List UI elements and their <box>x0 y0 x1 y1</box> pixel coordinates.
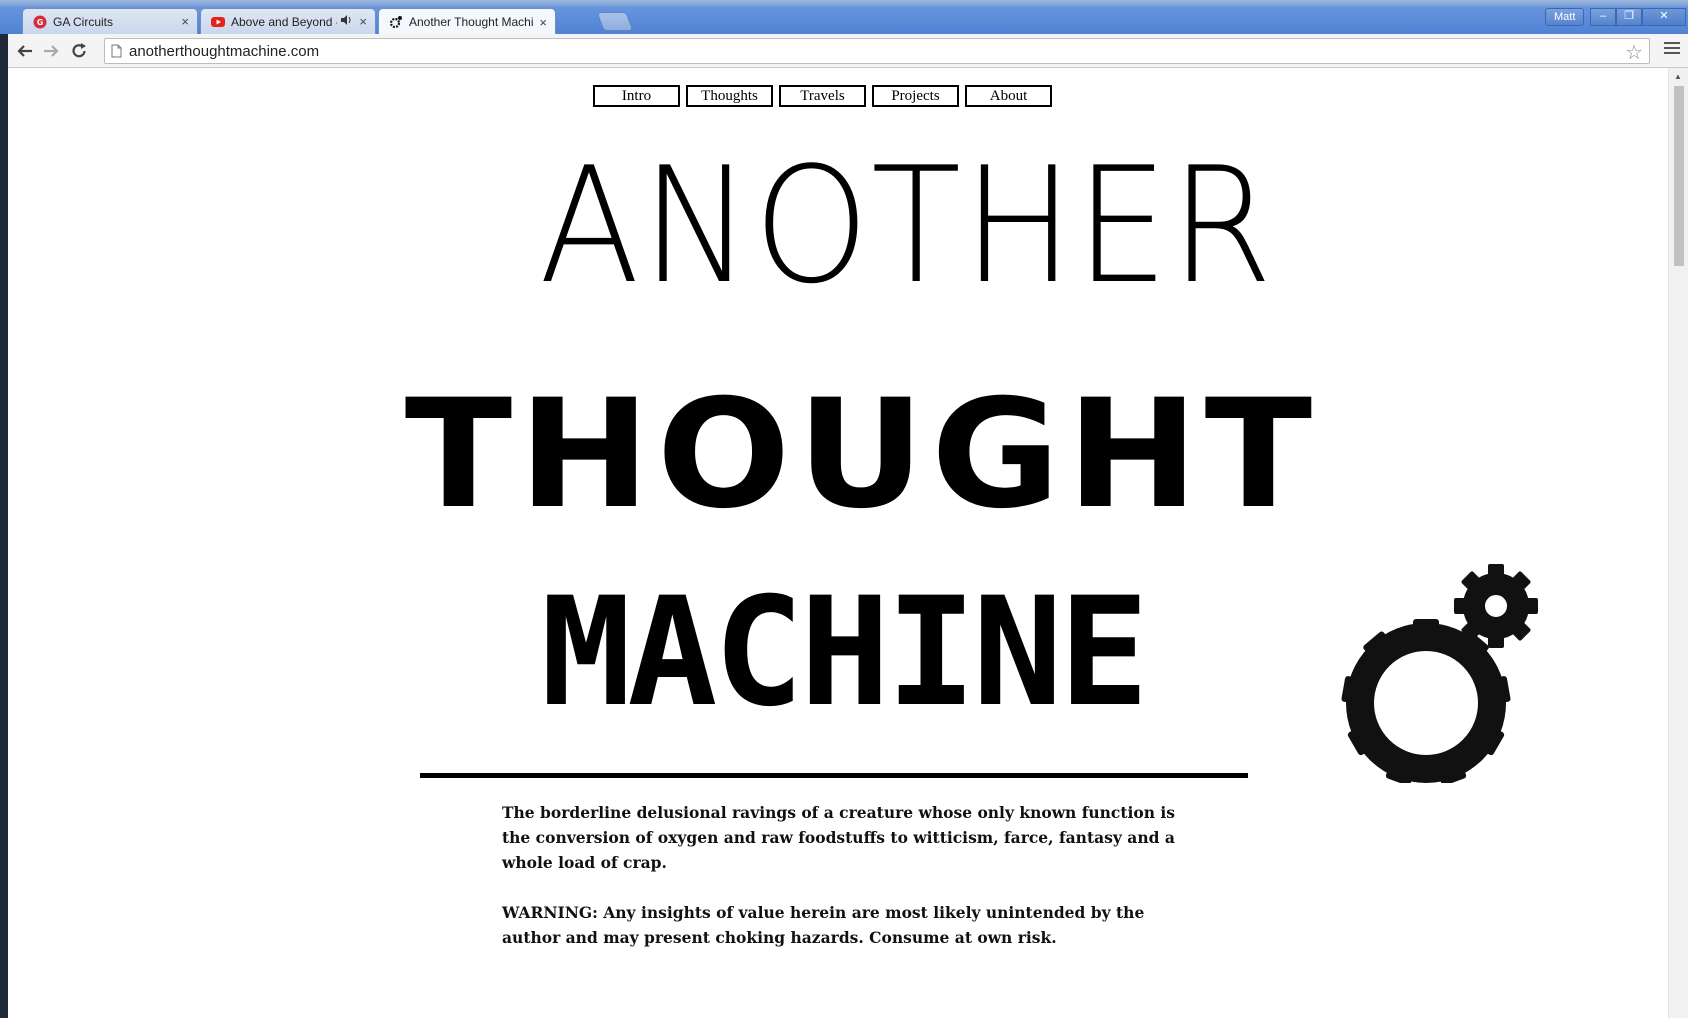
site-title-thought: THOUGHT <box>404 368 1319 542</box>
svg-text:G: G <box>37 18 44 27</box>
new-tab-button[interactable] <box>596 12 634 31</box>
restore-button[interactable]: ❐ <box>1616 8 1642 26</box>
nav-thoughts[interactable]: Thoughts <box>686 85 773 107</box>
tab-ga-circuits[interactable]: G GA Circuits × <box>22 8 198 34</box>
address-bar[interactable]: anotherthoughtmachine.com ☆ <box>104 38 1650 64</box>
page-viewport: Intro Thoughts Travels Projects About AN… <box>8 68 1676 1018</box>
site-title-another: ANOTHER <box>539 132 1275 319</box>
youtube-favicon-icon <box>211 15 225 29</box>
tab-label: Above and Beyond - A <box>231 14 337 29</box>
gear-favicon-icon <box>389 15 403 29</box>
back-arrow-icon[interactable] <box>14 40 36 62</box>
vertical-scrollbar[interactable]: ▲ <box>1668 68 1688 1018</box>
scroll-thumb[interactable] <box>1674 86 1684 266</box>
tab-another-thought-machine[interactable]: Another Thought Machine × <box>378 8 556 35</box>
title-divider <box>420 773 1248 778</box>
warning-paragraph: WARNING: Any insights of value herein ar… <box>502 903 1145 947</box>
nav-about[interactable]: About <box>965 85 1052 107</box>
minimize-button[interactable]: – <box>1590 8 1616 26</box>
tab-label: GA Circuits <box>53 14 114 29</box>
description-paragraph: The borderline delusional ravings of a c… <box>502 803 1176 872</box>
audio-playing-icon[interactable] <box>341 15 353 28</box>
tab-label: Another Thought Machine <box>409 15 534 29</box>
scroll-up-icon[interactable]: ▲ <box>1674 72 1682 81</box>
site-description: The borderline delusional ravings of a c… <box>502 800 1182 975</box>
tab-close-icon[interactable]: × <box>359 14 367 29</box>
menu-icon[interactable] <box>1664 42 1680 58</box>
browser-toolbar: anotherthoughtmachine.com ☆ <box>8 34 1688 68</box>
nav-intro[interactable]: Intro <box>593 85 680 107</box>
star-icon[interactable]: ☆ <box>1625 40 1643 65</box>
ga-favicon-icon: G <box>33 15 47 29</box>
site-navigation: Intro Thoughts Travels Projects About <box>593 85 1052 107</box>
site-title-machine: MACHINE <box>540 566 1149 740</box>
user-profile-button[interactable]: Matt <box>1545 8 1585 26</box>
forward-arrow-icon[interactable] <box>40 40 62 62</box>
reload-icon[interactable] <box>68 40 90 62</box>
url-text: anotherthoughtmachine.com <box>129 43 320 60</box>
tab-above-and-beyond[interactable]: Above and Beyond - A × <box>200 8 376 34</box>
gears-icon <box>1338 558 1538 788</box>
taskbar-strip <box>0 0 1688 6</box>
tab-close-icon[interactable]: × <box>181 14 189 29</box>
nav-travels[interactable]: Travels <box>779 85 866 107</box>
tab-close-icon[interactable]: × <box>539 15 547 30</box>
page-icon <box>111 44 122 63</box>
nav-projects[interactable]: Projects <box>872 85 959 107</box>
close-window-button[interactable]: ✕ <box>1642 8 1686 26</box>
